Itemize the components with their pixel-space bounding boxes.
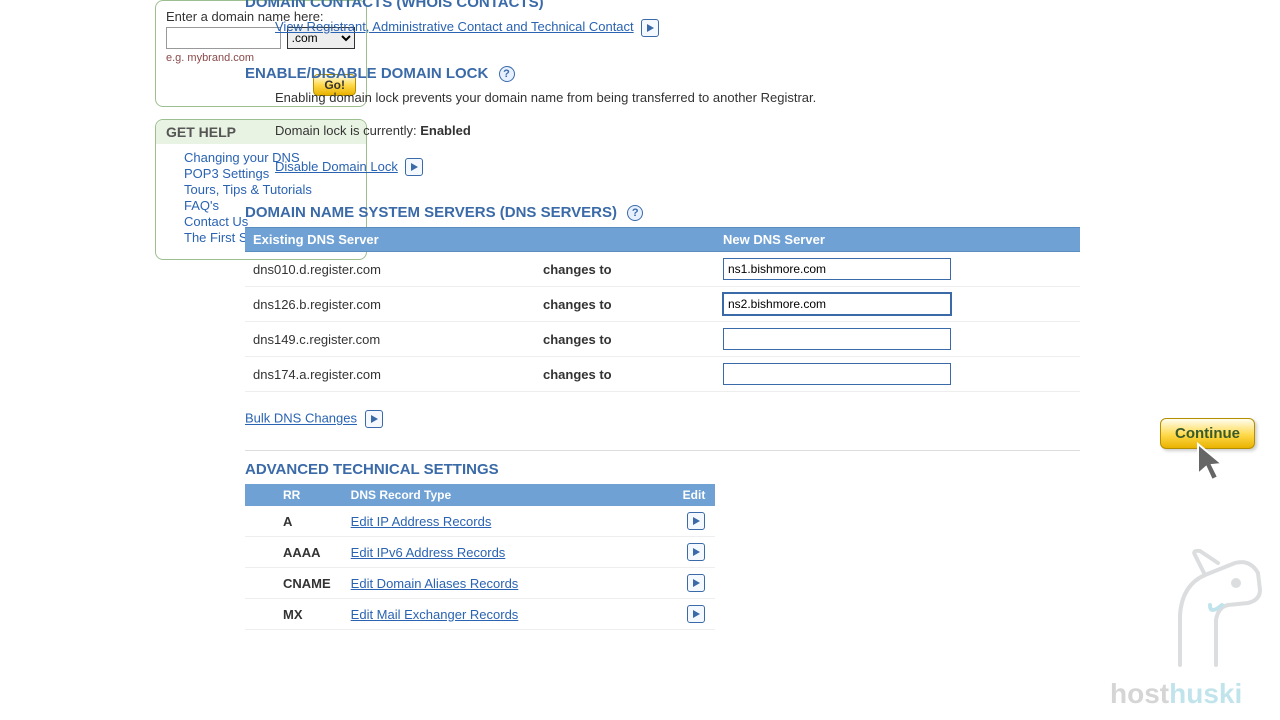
changes-to-label: changes to (535, 252, 715, 287)
col-record-type: DNS Record Type (341, 484, 673, 506)
dns-row: dns149.c.register.com changes to (245, 322, 1080, 357)
watermark-brand1: host (1110, 678, 1169, 709)
edit-a-records-link[interactable]: Edit IP Address Records (351, 514, 492, 529)
bulk-dns-arrow-icon[interactable] (365, 410, 383, 428)
changes-to-label: changes to (535, 287, 715, 322)
edit-aaaa-records-link[interactable]: Edit IPv6 Address Records (351, 545, 506, 560)
new-dns-input-1[interactable] (723, 258, 951, 280)
advanced-row: AAAA Edit IPv6 Address Records (245, 537, 715, 568)
dns-row: dns174.a.register.com changes to (245, 357, 1080, 392)
advanced-row: CNAME Edit Domain Aliases Records (245, 568, 715, 599)
bulk-dns-link[interactable]: Bulk DNS Changes (245, 411, 357, 426)
edit-cname-arrow-icon[interactable] (687, 574, 705, 592)
rr-value: MX (245, 599, 341, 630)
edit-mx-arrow-icon[interactable] (687, 605, 705, 623)
rr-value: A (245, 506, 341, 537)
new-dns-input-4[interactable] (723, 363, 951, 385)
col-rr: RR (245, 484, 341, 506)
rr-value: CNAME (245, 568, 341, 599)
lock-status-value: Enabled (420, 123, 471, 138)
existing-dns-value: dns010.d.register.com (245, 252, 535, 287)
dns-row: dns010.d.register.com changes to (245, 252, 1080, 287)
view-contacts-link[interactable]: View Registrant, Administrative Contact … (275, 19, 634, 34)
continue-button[interactable]: Continue (1160, 418, 1255, 449)
dns-row: dns126.b.register.com changes to (245, 287, 1080, 322)
watermark-dog-icon (1110, 545, 1270, 675)
disable-lock-link[interactable]: Disable Domain Lock (275, 159, 398, 174)
advanced-row: A Edit IP Address Records (245, 506, 715, 537)
advanced-settings-heading: ADVANCED TECHNICAL SETTINGS (245, 461, 1080, 478)
dns-servers-help-icon[interactable]: ? (627, 205, 643, 221)
help-link-faqs[interactable]: FAQ's (184, 198, 219, 213)
changes-to-label: changes to (535, 357, 715, 392)
dns-servers-heading: DOMAIN NAME SYSTEM SERVERS (DNS SERVERS) (245, 204, 617, 221)
rr-value: AAAA (245, 537, 341, 568)
view-contacts-arrow-icon[interactable] (641, 19, 659, 37)
existing-dns-value: dns149.c.register.com (245, 322, 535, 357)
lock-status-prefix: Domain lock is currently: (275, 123, 420, 138)
edit-cname-records-link[interactable]: Edit Domain Aliases Records (351, 576, 519, 591)
edit-aaaa-arrow-icon[interactable] (687, 543, 705, 561)
changes-to-label: changes to (535, 322, 715, 357)
domain-contacts-heading: DOMAIN CONTACTS (WHOIS CONTACTS) (245, 0, 1080, 11)
col-new-dns: New DNS Server (715, 228, 1080, 252)
domain-lock-description: Enabling domain lock prevents your domai… (275, 88, 1080, 108)
domain-lock-help-icon[interactable]: ? (499, 66, 515, 82)
disable-lock-arrow-icon[interactable] (405, 158, 423, 176)
advanced-settings-table: RR DNS Record Type Edit A Edit IP Addres… (245, 484, 715, 630)
section-divider (245, 450, 1080, 451)
existing-dns-value: dns126.b.register.com (245, 287, 535, 322)
advanced-row: MX Edit Mail Exchanger Records (245, 599, 715, 630)
edit-a-arrow-icon[interactable] (687, 512, 705, 530)
col-edit: Edit (673, 484, 716, 506)
existing-dns-value: dns174.a.register.com (245, 357, 535, 392)
dns-servers-table: Existing DNS Server New DNS Server dns01… (245, 227, 1080, 392)
edit-mx-records-link[interactable]: Edit Mail Exchanger Records (351, 607, 519, 622)
col-existing-dns: Existing DNS Server (245, 228, 535, 252)
watermark-brand2: huski (1169, 678, 1242, 709)
domain-lock-heading: ENABLE/DISABLE DOMAIN LOCK (245, 65, 488, 82)
new-dns-input-3[interactable] (723, 328, 951, 350)
watermark: hosthuski (1110, 545, 1270, 710)
new-dns-input-2[interactable] (723, 293, 951, 315)
